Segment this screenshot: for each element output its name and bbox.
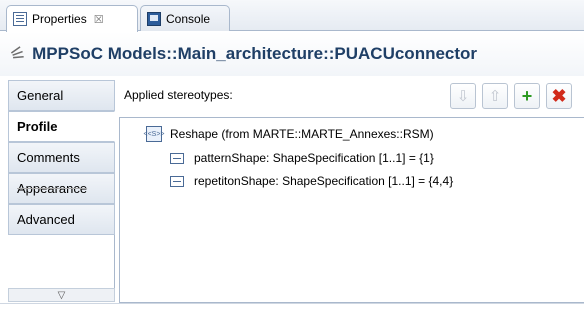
section-tab-comments[interactable]: Comments — [8, 142, 115, 173]
property-icon — [170, 152, 184, 164]
section-tab-label: Appearance — [17, 181, 88, 196]
section-tab-appearance[interactable]: Appearance — [8, 173, 115, 204]
delete-icon: ✖ — [551, 85, 567, 106]
view-tab-bar: Properties ☒ Console — [0, 0, 584, 32]
page-title: MPPSoC Models::Main_architecture::PUACUc… — [32, 44, 478, 63]
property-label: repetitonShape: ShapeSpecification [1..1… — [194, 174, 454, 188]
property-label: patternShape: ShapeSpecification [1..1] … — [194, 151, 434, 165]
arrow-down-icon: ⇩ — [456, 88, 470, 105]
stereotype-icon: <<S>> — [143, 126, 165, 142]
stereotype-tree: <<S>> Reshape (from MARTE::MARTE_Annexes… — [119, 117, 584, 303]
applied-stereotypes-label: Applied stereotypes: — [124, 88, 233, 102]
section-tab-general[interactable]: General — [8, 80, 115, 111]
connector-icon: ⚟ — [6, 41, 29, 66]
properties-header: ⚟ MPPSoC Models::Main_architecture::PUAC… — [0, 32, 584, 76]
stereotype-label: Reshape (from MARTE::MARTE_Annexes::RSM) — [170, 127, 434, 141]
tab-console-label: Console — [166, 11, 211, 26]
tab-properties[interactable]: Properties ☒ — [6, 5, 138, 32]
section-tab-label: Comments — [17, 150, 80, 165]
properties-icon — [13, 12, 27, 26]
tree-item-property[interactable]: repetitonShape: ShapeSpecification [1..1… — [170, 174, 453, 188]
add-stereotype-button[interactable]: + — [514, 83, 540, 109]
tab-console[interactable]: Console — [140, 5, 230, 31]
tree-item-stereotype[interactable]: <<S>> Reshape (from MARTE::MARTE_Annexes… — [143, 126, 434, 142]
section-tab-advanced[interactable]: Advanced — [8, 204, 115, 235]
plus-icon: + — [521, 85, 533, 106]
arrow-up-icon: ⇧ — [488, 88, 502, 105]
close-icon[interactable]: ☒ — [94, 13, 104, 26]
console-icon — [147, 11, 161, 26]
remove-stereotype-button[interactable]: ✖ — [546, 83, 572, 109]
move-up-button[interactable]: ⇧ — [482, 83, 508, 109]
bottom-divider — [0, 303, 584, 304]
section-tab-label: General — [17, 88, 64, 103]
tab-properties-label: Properties — [32, 12, 87, 26]
section-tab-label: Profile — [17, 119, 58, 134]
scroll-down-button[interactable]: ▽ — [8, 288, 115, 302]
property-icon — [170, 175, 184, 187]
section-tab-profile[interactable]: Profile — [8, 111, 115, 142]
section-tab-label: Advanced — [17, 212, 75, 227]
section-tab-list: General Profile Comments Appearance Adva… — [8, 80, 115, 302]
chevron-down-icon: ▽ — [57, 289, 66, 301]
tree-item-property[interactable]: patternShape: ShapeSpecification [1..1] … — [170, 151, 434, 165]
move-down-button[interactable]: ⇩ — [450, 83, 476, 109]
